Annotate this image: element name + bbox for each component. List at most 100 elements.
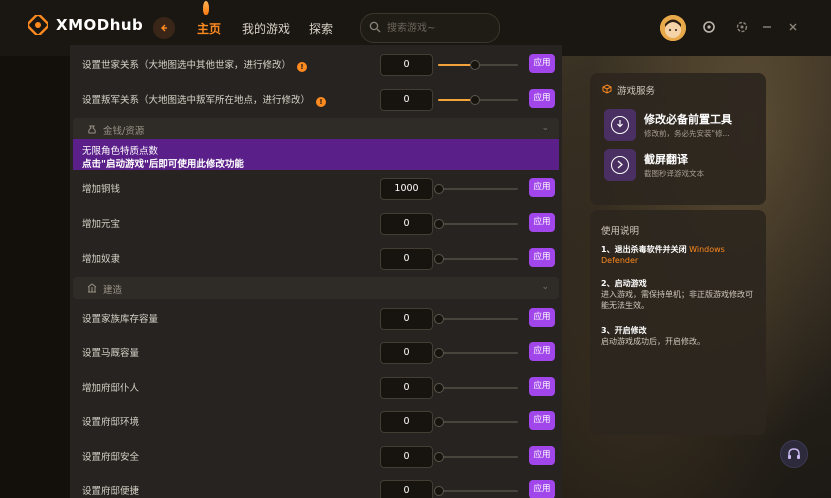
- minimize-icon[interactable]: [760, 20, 774, 34]
- option-label: 设置府邸环境: [82, 417, 140, 428]
- slider-handle[interactable]: [470, 95, 480, 105]
- option-row: 设置叛军关系（大地图选中叛军所在地点，进行修改）! 0 应用: [70, 82, 562, 116]
- slider-handle[interactable]: [434, 348, 444, 358]
- apply-button[interactable]: 应用: [529, 308, 555, 327]
- guide-step: 3、开启修改 启动游戏成功后，开启修改。: [601, 326, 705, 346]
- value-input[interactable]: 0: [380, 248, 433, 270]
- coin-bag-icon: [88, 125, 96, 134]
- option-label: 设置府邸安全: [82, 452, 140, 463]
- value-input[interactable]: 0: [380, 54, 433, 76]
- slider-handle[interactable]: [470, 60, 480, 70]
- value-slider[interactable]: [434, 348, 518, 358]
- apply-button[interactable]: 应用: [529, 480, 555, 498]
- value-input[interactable]: 0: [380, 480, 433, 498]
- value-input[interactable]: 0: [380, 342, 433, 364]
- left-backdrop: [0, 45, 75, 498]
- user-avatar[interactable]: [660, 15, 686, 41]
- value-slider[interactable]: [434, 486, 518, 496]
- avatar-face-icon: [660, 15, 686, 41]
- close-icon[interactable]: [786, 20, 800, 34]
- nav-home[interactable]: 主页: [197, 20, 221, 37]
- usage-guide-card: 使用说明 1、退出杀毒软件并关闭 Windows Defender 2、启动游戏…: [590, 210, 766, 435]
- value-input[interactable]: 1000: [380, 178, 433, 200]
- option-label: 设置家族库存容量: [82, 314, 159, 325]
- slider-handle[interactable]: [434, 486, 444, 496]
- guide-step: 1、退出杀毒软件并关闭 Windows Defender: [601, 245, 725, 265]
- settings-icon[interactable]: [735, 20, 749, 34]
- slider-handle[interactable]: [434, 314, 444, 324]
- xmod-logo-icon: [28, 15, 48, 35]
- chevron-down-icon[interactable]: ⌄: [541, 282, 549, 292]
- headset-icon: [788, 448, 800, 459]
- apply-button[interactable]: 应用: [529, 377, 555, 396]
- service-item-screen-translate[interactable]: 截屏翻译 截图秒译游戏文本: [604, 149, 764, 185]
- value-slider[interactable]: [434, 452, 518, 462]
- slider-handle[interactable]: [434, 254, 444, 264]
- option-row: 设置世家关系（大地图选中其他世家，进行修改）! 0 应用: [70, 47, 562, 81]
- option-label: 设置府邸便捷: [82, 486, 140, 497]
- translate-icon: [604, 149, 636, 181]
- section-header-money[interactable]: 金钱/资源 ⌄: [73, 118, 559, 140]
- value-slider[interactable]: [434, 254, 518, 264]
- nav-explore[interactable]: 探索: [309, 20, 333, 37]
- slider-handle[interactable]: [434, 417, 444, 427]
- value-input[interactable]: 0: [380, 446, 433, 468]
- slider-handle[interactable]: [434, 184, 444, 194]
- arrow-left-icon: [161, 24, 167, 32]
- notification-icon[interactable]: [702, 20, 716, 34]
- option-row: 设置府邸便捷 0 应用: [70, 473, 562, 498]
- value-slider[interactable]: [434, 314, 518, 324]
- section-header-build[interactable]: 建造 ⌄: [73, 277, 559, 299]
- option-row: 设置家族库存容量 0 应用: [70, 301, 562, 335]
- slider-handle[interactable]: [434, 383, 444, 393]
- value-slider[interactable]: [434, 184, 518, 194]
- apply-button[interactable]: 应用: [529, 54, 555, 73]
- slider-fill: [438, 64, 474, 66]
- option-row: 设置府邸环境 0 应用: [70, 404, 562, 438]
- value-slider[interactable]: [438, 60, 518, 70]
- search-box[interactable]: [360, 13, 500, 43]
- section-label: 金钱/资源: [103, 126, 145, 137]
- value-input[interactable]: 0: [380, 377, 433, 399]
- search-icon: [369, 21, 381, 33]
- download-icon: [604, 109, 636, 141]
- search-input[interactable]: [387, 18, 491, 38]
- value-slider[interactable]: [434, 417, 518, 427]
- back-button[interactable]: [153, 17, 175, 39]
- apply-button[interactable]: 应用: [529, 248, 555, 267]
- value-slider[interactable]: [434, 219, 518, 229]
- support-button[interactable]: [780, 440, 808, 468]
- slider-handle[interactable]: [434, 219, 444, 229]
- app-logo[interactable]: XMODhub: [28, 15, 143, 35]
- option-row: 增加府邸仆人 0 应用: [70, 370, 562, 404]
- apply-button[interactable]: 应用: [529, 213, 555, 232]
- service-name: 修改必备前置工具: [644, 113, 732, 126]
- apply-button[interactable]: 应用: [529, 342, 555, 361]
- info-icon[interactable]: !: [316, 97, 327, 107]
- apply-button[interactable]: 应用: [529, 178, 555, 197]
- value-slider[interactable]: [438, 95, 518, 105]
- slider-handle[interactable]: [434, 452, 444, 462]
- slider-fill: [438, 99, 474, 101]
- option-row: 设置马厩容量 0 应用: [70, 335, 562, 369]
- game-services-card: 游戏服务 修改必备前置工具 修改前，务必先安装"修... 截屏翻译 截图秒译游戏…: [590, 73, 766, 205]
- apply-button[interactable]: 应用: [529, 411, 555, 430]
- apply-button[interactable]: 应用: [529, 446, 555, 465]
- service-desc: 修改前，务必先安装"修...: [644, 129, 730, 138]
- apply-button[interactable]: 应用: [529, 89, 555, 108]
- value-input[interactable]: 0: [380, 89, 433, 111]
- option-label: 增加元宝: [82, 219, 121, 230]
- option-label: 设置叛军关系（大地图选中叛军所在地点，进行修改）!: [82, 92, 327, 107]
- value-input[interactable]: 0: [380, 411, 433, 433]
- value-slider[interactable]: [434, 383, 518, 393]
- activation-notice: 无限角色特质点数 点击"启动游戏"后即可使用此修改功能: [73, 139, 559, 170]
- value-input[interactable]: 0: [380, 308, 433, 330]
- option-label: 增加铜钱: [82, 184, 121, 195]
- info-icon[interactable]: !: [297, 62, 308, 72]
- app-name: XMODhub: [56, 16, 144, 34]
- service-item-prereq-tool[interactable]: 修改必备前置工具 修改前，务必先安装"修...: [604, 109, 764, 145]
- chevron-down-icon[interactable]: ⌄: [541, 123, 549, 133]
- value-input[interactable]: 0: [380, 213, 433, 235]
- nav-my-games[interactable]: 我的游戏: [242, 20, 290, 37]
- services-title: 游戏服务: [617, 86, 656, 97]
